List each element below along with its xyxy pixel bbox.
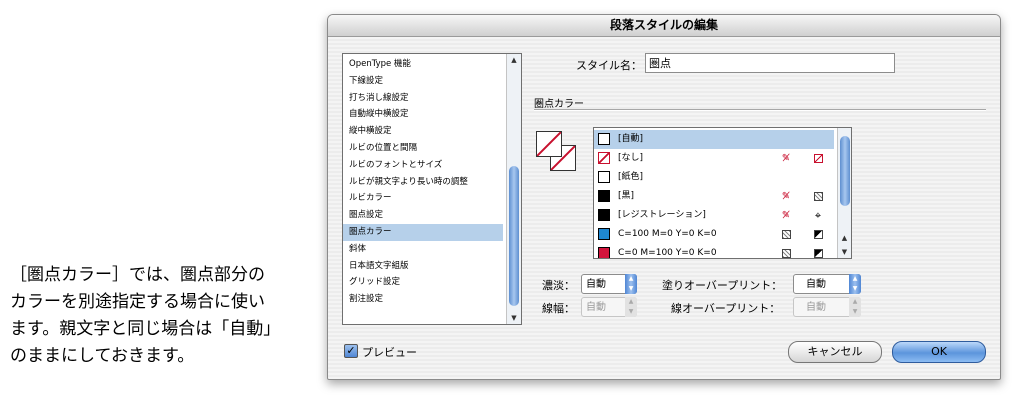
stroke-overprint-label: 線オーバープリント： xyxy=(671,302,781,315)
swatch-row[interactable]: [レジストレーション] ✎̸ ⌖ xyxy=(594,206,834,225)
popup-arrows-icon[interactable]: ▲ ▼ xyxy=(849,274,861,294)
caption-line: のままにしておきます。 xyxy=(10,346,195,366)
category-item[interactable]: OpenType 機能 xyxy=(343,56,503,73)
stroke-overprint-value: 自動 xyxy=(806,302,826,313)
swatch-row[interactable]: C=100 M=0 Y=0 K=0 xyxy=(594,225,834,244)
swatch-scroll-thumb[interactable] xyxy=(840,136,850,206)
swatch-color-chip xyxy=(598,190,610,202)
tint-combo[interactable]: 自動 ▲ ▼ xyxy=(581,274,637,294)
category-item[interactable]: 打ち消し線設定 xyxy=(343,90,503,107)
cmyk-icon xyxy=(812,225,824,244)
cmyk-icon xyxy=(812,244,824,258)
swatch-name: [黒] xyxy=(618,191,635,201)
swatch-row[interactable]: [なし] ✎̸ xyxy=(594,149,834,168)
weight-label: 線幅： xyxy=(542,302,575,315)
none-icon xyxy=(812,149,824,168)
no-edit-icon: ✎̸ xyxy=(781,153,791,164)
caption-line: ［圏点カラー］では、圏点部分の xyxy=(10,265,265,285)
preview-label: プレビュー xyxy=(362,346,417,359)
fill-proxy xyxy=(536,131,562,157)
category-item[interactable]: ルビのフォントとサイズ xyxy=(343,157,503,174)
swatch-color-chip xyxy=(598,247,610,258)
stepper-arrows-icon[interactable]: ▲ ▼ xyxy=(625,274,637,294)
dialog-title: 段落スタイルの編集 xyxy=(328,15,1000,37)
weight-combo[interactable]: 自動 ▲ ▼ xyxy=(581,297,637,317)
no-edit-icon: ✎̸ xyxy=(781,191,791,202)
ok-button[interactable]: OK xyxy=(892,341,986,363)
paragraph-style-dialog: 段落スタイルの編集 OpenType 機能 下線設定 打ち消し線設定 自動縦中横設定縦… xyxy=(327,14,1001,380)
category-item[interactable]: 割注設定 xyxy=(343,291,503,308)
swatch-color-chip xyxy=(598,133,610,145)
swatch-name: [紙色] xyxy=(618,172,644,182)
category-item[interactable]: 圏点カラー xyxy=(343,223,503,241)
scroll-down-arrow-icon[interactable]: ▼ xyxy=(507,312,521,324)
swatch-row[interactable]: [黒] ✎̸ xyxy=(594,187,834,206)
swatch-list[interactable]: [自動] [なし] ✎̸ [紙色] [黒] ✎̸ [レジストレーション] ✎̸ ⌖ C=100 M… xyxy=(593,127,852,259)
swatch-color-chip xyxy=(598,209,610,221)
swatch-row[interactable]: [紙色] xyxy=(594,168,834,187)
swatch-name: [なし] xyxy=(618,153,644,163)
category-item[interactable]: 斜体 xyxy=(343,241,503,258)
registration-icon: ⌖ xyxy=(814,209,822,222)
scroll-thumb[interactable] xyxy=(509,166,519,306)
swatch-color-chip xyxy=(598,171,610,183)
swatch-name: [レジストレーション] xyxy=(618,210,706,220)
swatch-name: [自動] xyxy=(618,134,644,144)
no-edit-icon: ✎̸ xyxy=(781,210,791,221)
cancel-button[interactable]: キャンセル xyxy=(788,341,882,363)
swatch-row[interactable]: [自動] xyxy=(594,130,834,149)
process-icon xyxy=(780,225,792,244)
swatch-row[interactable]: C=0 M=100 Y=0 K=0 xyxy=(594,244,834,258)
process-icon xyxy=(780,244,792,258)
preview-checkbox[interactable]: ✓ xyxy=(344,344,358,358)
stroke-overprint-select[interactable]: 自動 ▲ ▼ xyxy=(793,297,861,317)
tint-value: 自動 xyxy=(586,279,606,290)
scroll-down-arrow-icon[interactable]: ▼ xyxy=(838,246,851,258)
style-name-label: スタイル名： xyxy=(576,59,642,72)
category-item[interactable]: ルビが親文字より長い時の調整 xyxy=(343,174,503,191)
tint-label: 濃淡： xyxy=(542,279,575,292)
section-title: 圏点カラー xyxy=(534,99,584,110)
caption-text: ［圏点カラー］では、圏点部分の カラーを別途指定する場合に使い ます。親文字と同… xyxy=(10,262,310,370)
swatch-color-chip xyxy=(598,228,610,240)
category-item[interactable]: 日本語文字組版 xyxy=(343,258,503,275)
popup-arrows-icon: ▲ ▼ xyxy=(849,297,861,317)
category-item[interactable]: ルビカラー xyxy=(343,190,503,207)
style-name-input[interactable]: 圏点 xyxy=(645,53,895,73)
fill-stroke-proxy-icon[interactable] xyxy=(536,131,578,175)
scroll-up-arrow-icon[interactable]: ▲ xyxy=(507,54,521,66)
fill-overprint-value: 自動 xyxy=(806,279,826,290)
caption-line: カラーを別途指定する場合に使い xyxy=(10,292,265,312)
weight-value: 自動 xyxy=(586,302,606,313)
swatch-name: C=0 M=100 Y=0 K=0 xyxy=(618,248,717,258)
fill-overprint-select[interactable]: 自動 ▲ ▼ xyxy=(793,274,861,294)
category-item[interactable]: 自動縦中横設定 xyxy=(343,106,503,123)
section-divider xyxy=(534,109,986,111)
stepper-arrows-icon: ▲ ▼ xyxy=(625,297,637,317)
category-list[interactable]: OpenType 機能 下線設定 打ち消し線設定 自動縦中横設定 縦中横設定 ルビの位置と… xyxy=(342,53,522,325)
category-item[interactable]: ルビの位置と間隔 xyxy=(343,140,503,157)
swatch-color-chip xyxy=(598,152,610,164)
category-item[interactable]: 縦中横設定 xyxy=(343,123,503,140)
category-item[interactable]: 下線設定 xyxy=(343,73,503,90)
category-item[interactable]: グリッド設定 xyxy=(343,274,503,291)
swatch-scrollbar[interactable]: ▲ ▼ xyxy=(837,128,851,258)
fill-overprint-label: 塗りオーバープリント： xyxy=(662,279,783,292)
category-scrollbar[interactable]: ▲ ▼ xyxy=(506,54,521,324)
category-item[interactable]: 圏点設定 xyxy=(343,207,503,224)
process-icon xyxy=(812,187,824,206)
scroll-up-arrow-icon[interactable]: ▲ xyxy=(838,232,851,244)
caption-line: ます。親文字と同じ場合は「自動」 xyxy=(10,319,281,339)
swatch-name: C=100 M=0 Y=0 K=0 xyxy=(618,229,717,239)
